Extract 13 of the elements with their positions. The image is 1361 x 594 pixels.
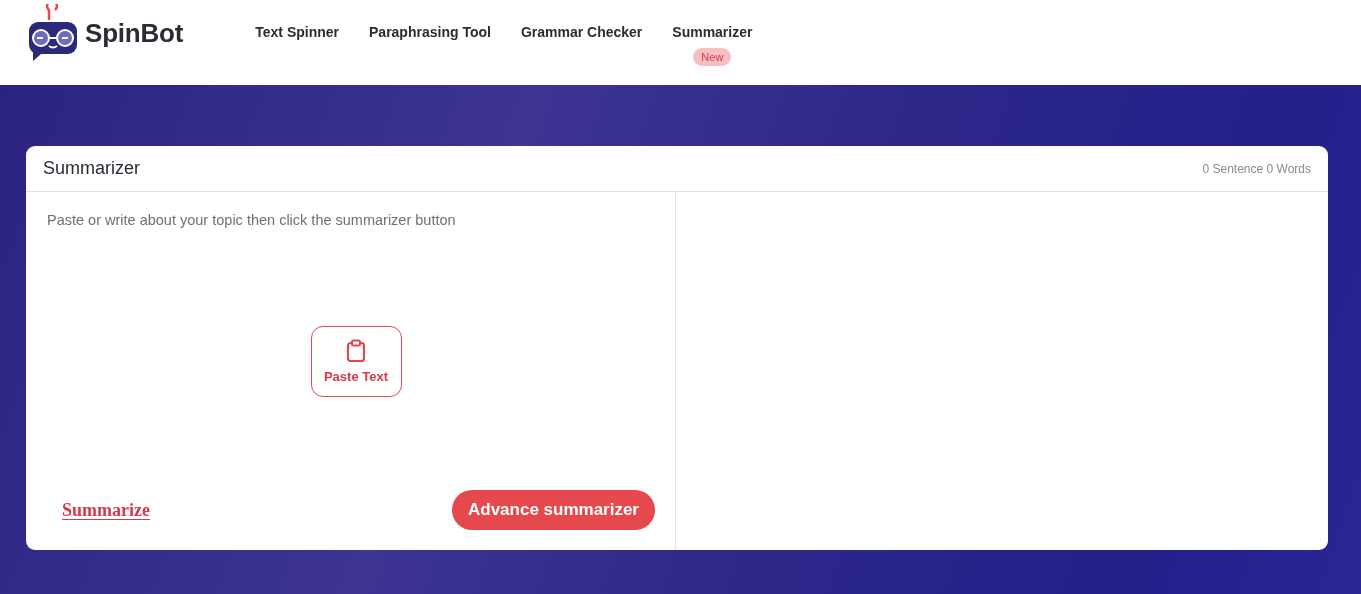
- nav-link[interactable]: Paraphrasing Tool: [369, 22, 491, 42]
- advance-summarizer-button[interactable]: Advance summarizer: [451, 490, 655, 530]
- paste-text-button[interactable]: Paste Text: [310, 326, 402, 397]
- nav-link[interactable]: Grammar Checker: [520, 22, 643, 42]
- nav-link[interactable]: Text Spinner: [255, 22, 339, 42]
- summarize-link[interactable]: Summarize: [62, 500, 150, 520]
- new-badge: New: [693, 48, 732, 66]
- clipboard-icon: [346, 339, 366, 363]
- logo-text[interactable]: SpinBot: [85, 17, 184, 49]
- word-count: 0 Sentence 0 Words: [1202, 161, 1311, 176]
- card-title: Summarizer: [43, 158, 140, 179]
- nav-link[interactable]: Summarizer: [672, 22, 753, 42]
- robot-logo-icon: [27, 4, 79, 62]
